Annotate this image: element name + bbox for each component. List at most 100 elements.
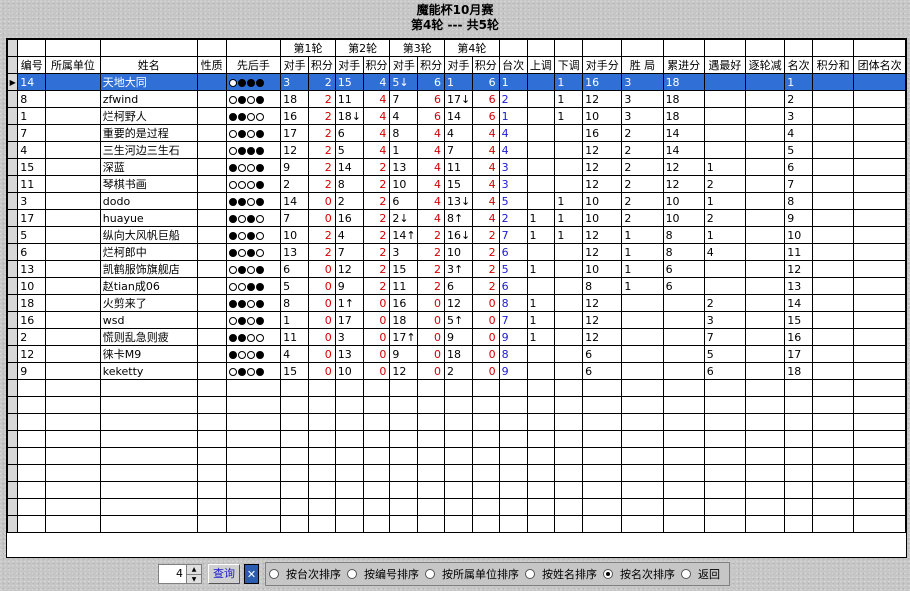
table-row[interactable]: 10 赵tian成06 5 0 9 2 11 2 6 2 6 8 1 6 13 [7,277,906,295]
black-stone-icon [255,197,264,206]
cell-r2o: 3 [334,328,364,346]
sort-radio-4[interactable]: 按姓名排序 [525,566,597,582]
column-header[interactable]: 胜 局 [621,56,664,74]
table-row[interactable]: 3 dodo 14 0 2 2 6 4 13↓ 4 5 1 10 2 10 1 8 [7,192,906,210]
empty-cell [444,396,473,414]
cell-dec [745,141,786,159]
column-header[interactable]: 台次 [498,56,528,74]
table-row[interactable]: ▶ 14 天地大同 3 2 15 4 5↓ 6 1 6 1 1 16 3 18 1 [7,73,906,91]
column-header[interactable]: 积分 [308,56,336,74]
cell-cum: 18 [662,73,705,91]
sort-radio-5[interactable]: 按名次排序 [603,566,675,582]
spinner-up-icon[interactable]: ▲ [187,565,201,575]
column-header[interactable]: 团体名次 [853,56,906,74]
column-header[interactable]: 积分 [362,56,391,74]
column-header[interactable]: 下调 [554,56,584,74]
close-icon[interactable]: ✕ [244,564,259,584]
radio-dot[interactable] [425,569,435,579]
cell-win: 1 [621,243,664,261]
column-header[interactable]: 对手 [389,56,419,74]
column-header[interactable]: 上调 [526,56,556,74]
column-header[interactable]: 积分和 [812,56,855,74]
spinner-arrows[interactable]: ▲ ▼ [186,565,201,583]
cell-r3o: 16 [389,294,419,312]
radio-dot[interactable] [681,569,691,579]
cell-r3o: 5↓ [389,73,419,91]
table-row[interactable]: 11 琴棋书画 2 2 8 2 10 4 15 4 3 12 2 12 2 7 [7,175,906,193]
table-row[interactable]: 1 烂柯野人 16 2 18↓ 4 4 6 14 6 1 1 10 3 18 3 [7,107,906,125]
round-spinner[interactable]: 4 ▲ ▼ [158,564,202,584]
table-row[interactable]: 12 徕卡M9 4 0 13 0 9 0 18 0 8 6 5 17 [7,345,906,363]
cell-unit [45,175,101,193]
table-row[interactable]: 6 烂柯郎中 13 2 7 2 3 2 10 2 6 12 1 8 4 11 [7,243,906,261]
row-indicator [7,107,19,125]
cell-down [554,175,584,193]
cell-sum [812,328,855,346]
table-row[interactable]: 13 凯鹤服饰旗舰店 6 0 12 2 15 2 3↑ 2 5 1 10 1 6 12 [7,260,906,278]
table-row[interactable]: 8 zfwind 18 2 11 4 7 6 17↓ 6 2 1 12 3 18 2 [7,90,906,108]
table-row[interactable]: 15 深蓝 9 2 14 2 13 4 11 4 3 12 2 12 1 6 [7,158,906,176]
cell-r4s: 2 [471,260,500,278]
radio-dot[interactable] [269,569,279,579]
table-row[interactable]: 18 火剪来了 8 0 1↑ 0 16 0 12 0 8 1 12 2 14 [7,294,906,312]
sort-radio-6[interactable]: 返回 [681,566,720,582]
cell-r4s: 0 [471,328,500,346]
empty-cell [99,413,198,431]
radio-dot[interactable] [603,569,613,579]
column-header[interactable]: 对手 [334,56,364,74]
sort-radio-3[interactable]: 按所属单位排序 [425,566,519,582]
cell-win: 3 [621,73,664,91]
radio-dot[interactable] [347,569,357,579]
empty-cell [498,379,528,397]
column-header[interactable]: 遇最好 [703,56,747,74]
empty-cell [280,379,309,397]
column-header[interactable]: 对手 [444,56,473,74]
column-header[interactable]: 积分 [471,56,500,74]
cell-r4o: 7 [444,141,473,159]
empty-cell [389,515,419,533]
table-row[interactable]: 17 huayue 7 0 16 2 2↓ 4 8↑ 4 2 1 1 10 2 10 2 9 [7,209,906,227]
title-line-1: 魔能杯10月赛 [416,3,494,17]
column-header[interactable]: 所属单位 [45,56,101,74]
empty-cell [362,447,391,465]
white-stone-icon [246,316,255,325]
column-header[interactable]: 姓名 [99,56,198,74]
round-header-1: 第1轮 [280,39,336,57]
sort-radio-1[interactable]: 按台次排序 [269,566,341,582]
column-header[interactable]: 对手 [280,56,309,74]
radio-dot[interactable] [525,569,535,579]
column-header[interactable]: 逐轮减 [745,56,786,74]
empty-cell [45,379,101,397]
standings-grid[interactable]: 第1轮 第2轮 第3轮 第4轮 编号 所属单位 姓名 性质 先后手 对手 积分 对手 积分 对手 积分 对手积… [6,38,907,558]
cell-sum [812,124,855,142]
table-row[interactable]: 4 三生河边三生石 12 2 5 4 1 4 7 4 4 12 2 14 5 [7,141,906,159]
black-stone-icon [237,316,246,325]
column-header[interactable]: 编号 [17,56,47,74]
query-button[interactable]: 查询 [208,564,240,584]
white-stone-icon [237,231,246,240]
column-header[interactable]: 积分 [417,56,446,74]
column-header[interactable]: 性质 [196,56,227,74]
column-header[interactable]: 先后手 [225,56,282,74]
table-row[interactable]: 5 纵向大风帆巨船 10 2 4 2 14↑ 2 16↓ 2 7 1 1 12 1 8 1 10 [7,226,906,244]
white-stone-icon [228,180,237,189]
cell-dec [745,192,786,210]
empty-cell [662,413,705,431]
table-row[interactable]: 9 keketty 15 0 10 0 12 0 2 0 9 6 6 18 [7,362,906,380]
column-header[interactable]: 对手分 [582,56,623,74]
column-header[interactable]: 累进分 [662,56,705,74]
table-row[interactable]: 7 重要的是过程 17 2 6 4 8 4 4 4 4 16 2 14 4 [7,124,906,142]
cell-down [554,345,584,363]
row-indicator [7,209,19,227]
cell-r4o: 12 [444,294,473,312]
sort-radio-2[interactable]: 按编号排序 [347,566,419,582]
spinner-down-icon[interactable]: ▼ [187,575,201,584]
empty-row [7,447,906,465]
empty-cell [582,464,623,482]
cell-r3o: 13 [389,158,419,176]
cell-r1s: 2 [308,124,336,142]
table-row[interactable]: 16 wsd 1 0 17 0 18 0 5↑ 0 7 1 12 3 15 [7,311,906,329]
cell-r4s: 0 [471,311,500,329]
table-row[interactable]: 2 慌则乱急则疲 11 0 3 0 17↑ 0 9 0 9 1 12 7 16 [7,328,906,346]
column-header[interactable]: 名次 [784,56,814,74]
